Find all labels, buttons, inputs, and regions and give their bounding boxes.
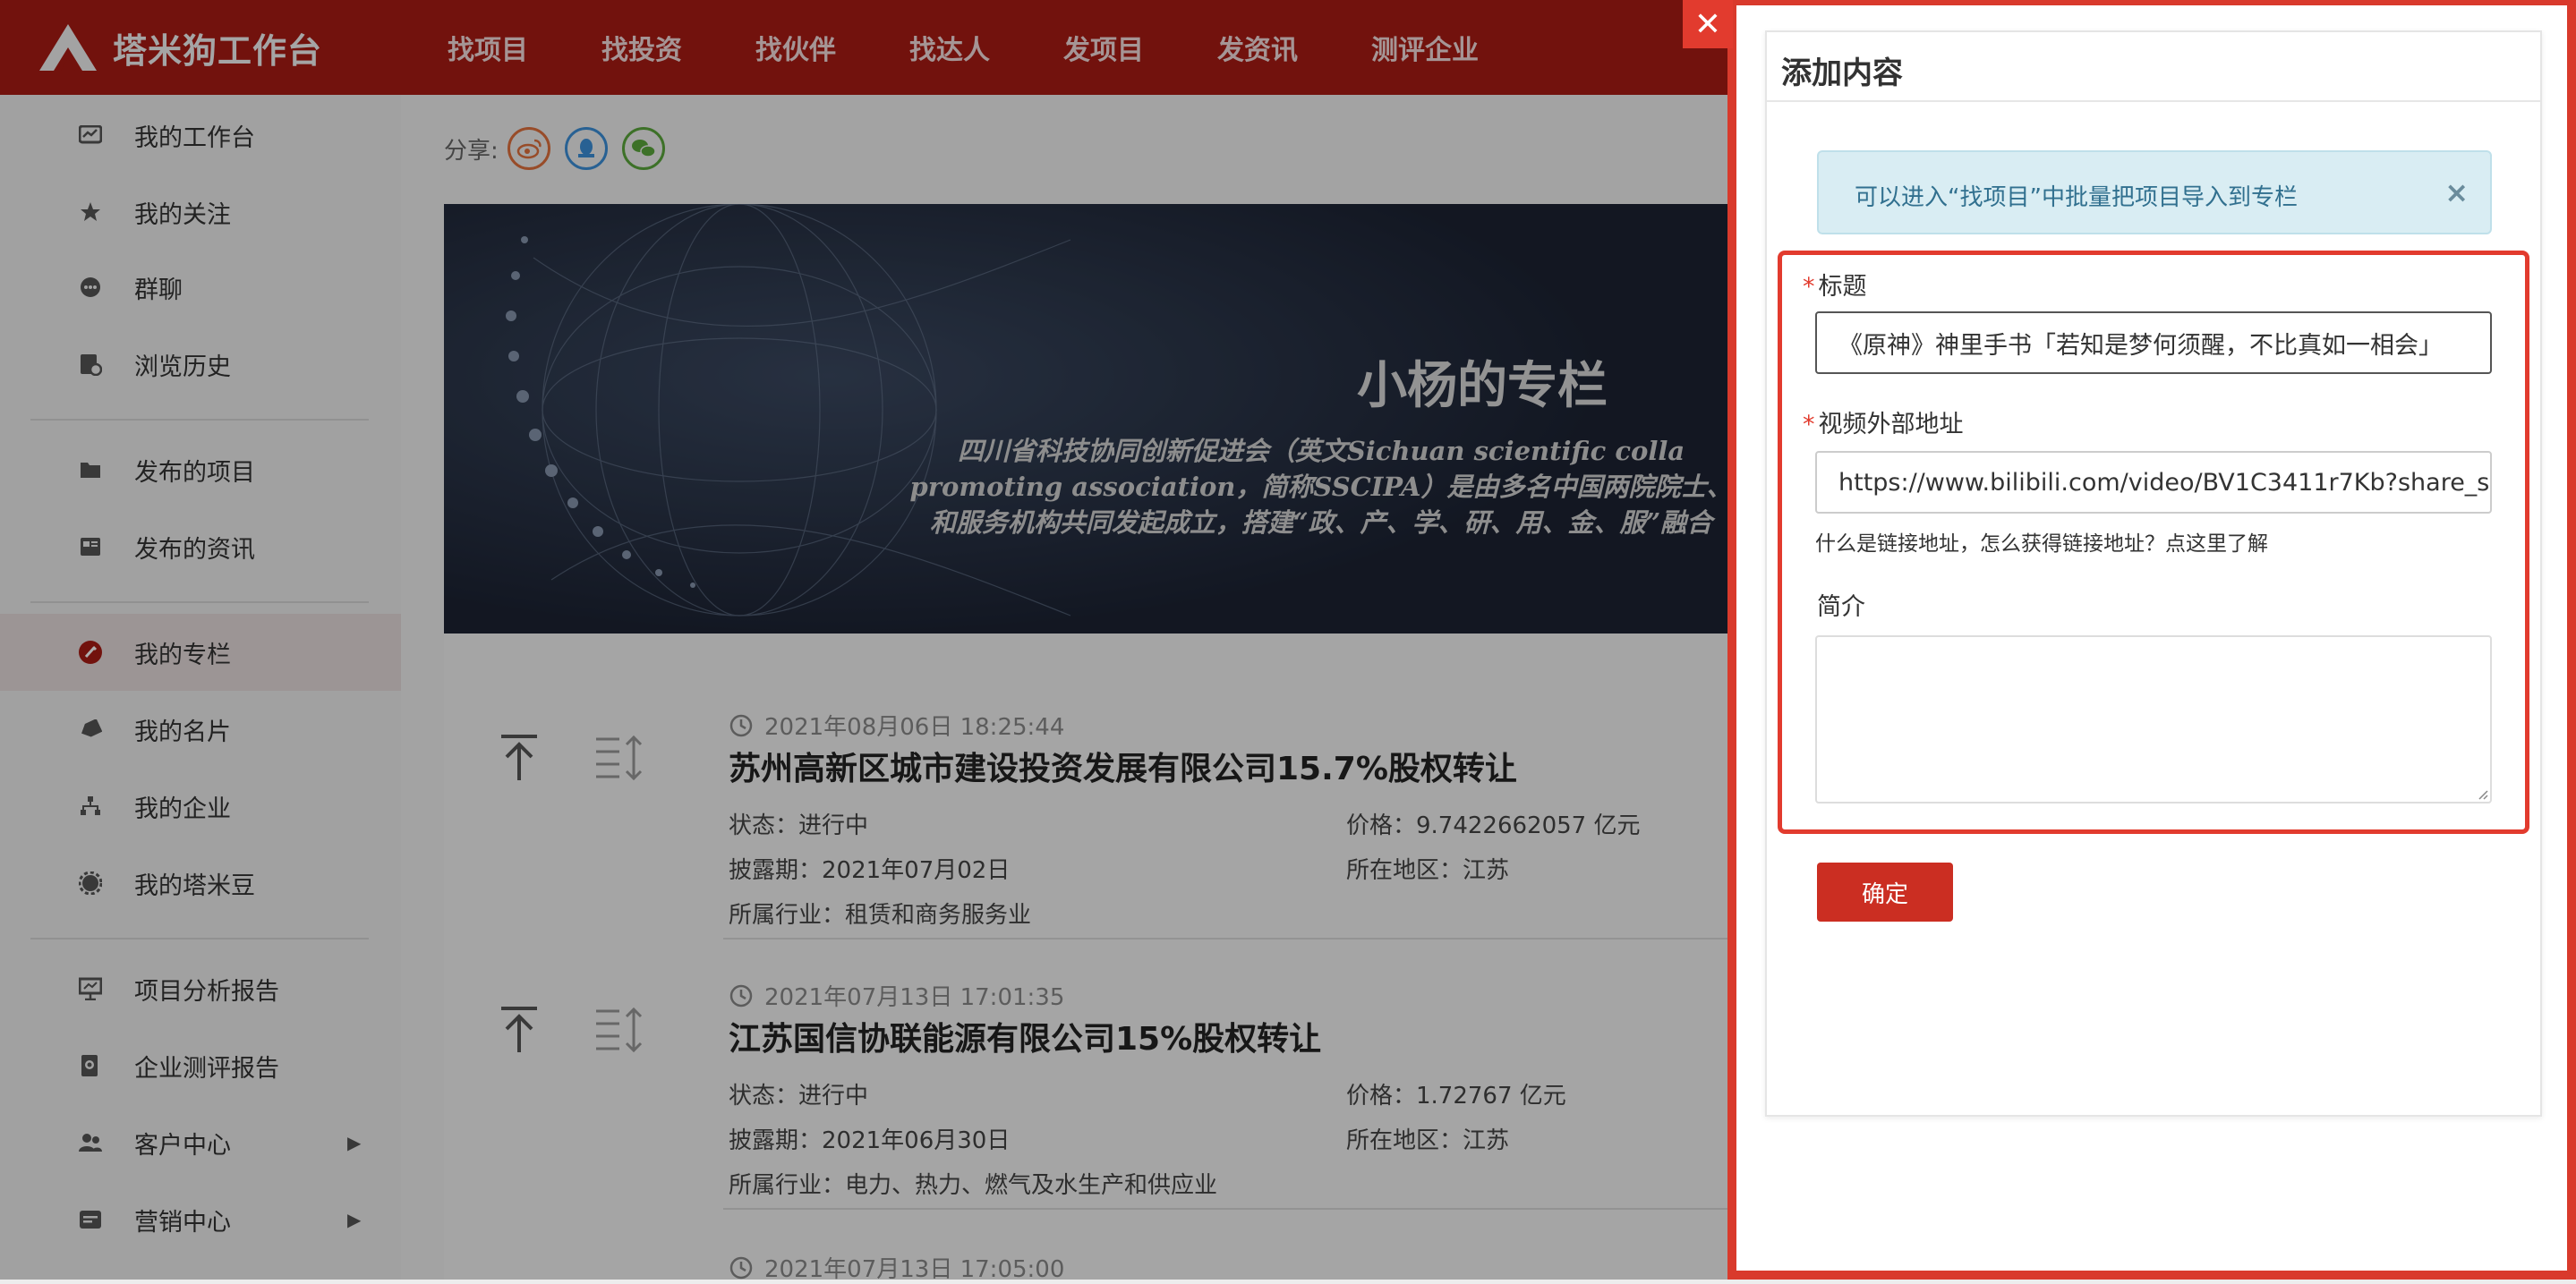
drawer-close-button[interactable]: ✕ bbox=[1683, 0, 1733, 48]
video-url-input-value: https://www.bilibili.com/video/BV1C3411r… bbox=[1838, 468, 2492, 497]
video-url-help-link[interactable]: 什么是链接地址，怎么获得链接地址？点这里了解 bbox=[1815, 526, 2268, 557]
title-label: * 标题 bbox=[1803, 267, 1867, 302]
modal-backdrop[interactable] bbox=[0, 0, 1727, 1280]
alert-close-icon[interactable]: × bbox=[2444, 175, 2469, 209]
panel-title: 添加内容 bbox=[1781, 55, 1903, 91]
title-label-text: 标题 bbox=[1818, 273, 1867, 301]
close-icon: ✕ bbox=[1693, 5, 1722, 43]
alert-text: 可以进入“找项目”中批量把项目导入到专栏 bbox=[1855, 184, 2298, 211]
add-content-panel: 添加内容 可以进入“找项目”中批量把项目导入到专栏 × * 标题 《原神》神里手书… bbox=[1765, 30, 2542, 1117]
title-input-value: 《原神》神里手书「若知是梦何须醒，不比真如一相会」 bbox=[1838, 331, 2443, 360]
intro-label: 简介 bbox=[1817, 593, 1865, 621]
resize-grip-icon[interactable] bbox=[2474, 786, 2488, 800]
panel-header: 添加内容 bbox=[1767, 32, 2540, 102]
info-alert: 可以进入“找项目”中批量把项目导入到专栏 × bbox=[1817, 150, 2492, 234]
video-url-label: * 视频外部地址 bbox=[1803, 404, 1964, 439]
required-mark: * bbox=[1803, 411, 1815, 438]
title-input[interactable]: 《原神》神里手书「若知是梦何须醒，不比真如一相会」 bbox=[1815, 311, 2492, 374]
required-mark: * bbox=[1803, 273, 1815, 301]
confirm-button[interactable]: 确定 bbox=[1817, 863, 1953, 922]
video-url-input[interactable]: https://www.bilibili.com/video/BV1C3411r… bbox=[1815, 451, 2492, 514]
video-url-label-text: 视频外部地址 bbox=[1818, 411, 1964, 438]
intro-textarea[interactable] bbox=[1815, 635, 2492, 804]
